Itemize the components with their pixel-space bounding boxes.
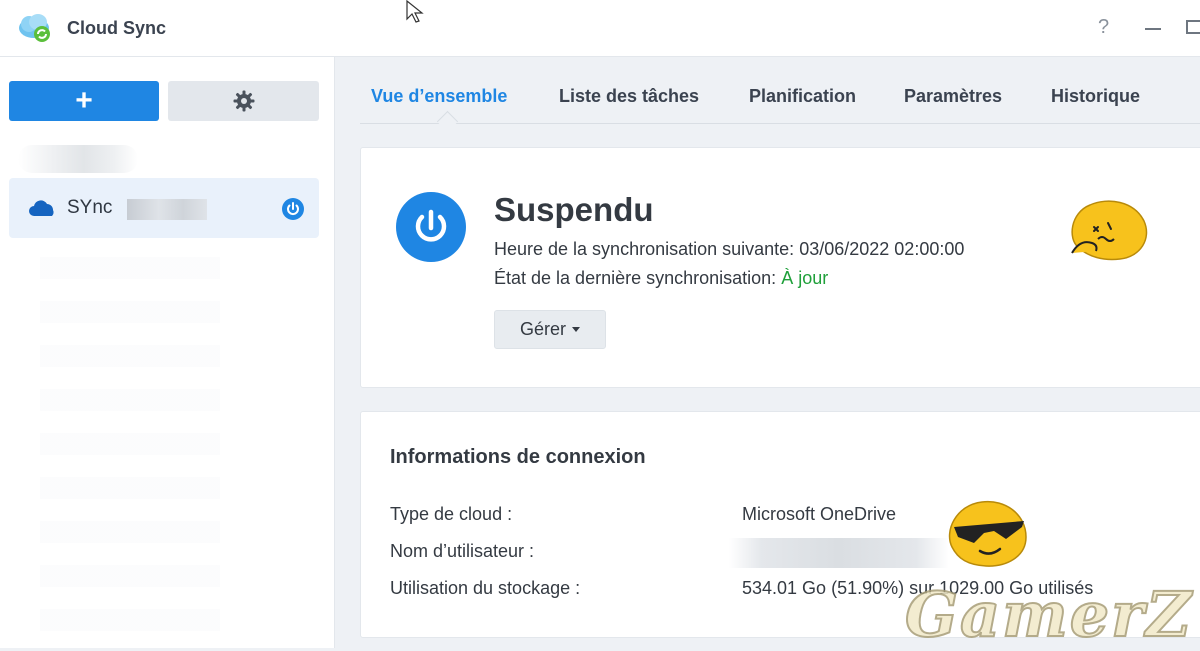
tab-history[interactable]: Historique — [1051, 86, 1140, 107]
storage-label: Utilisation du stockage : — [390, 578, 581, 598]
settings-button[interactable] — [168, 81, 319, 121]
chevron-down-icon — [572, 327, 580, 332]
manage-dropdown-button[interactable]: Gérer — [494, 310, 606, 349]
sidebar-item-label: SYnc — [67, 197, 113, 218]
minimize-button[interactable] — [1145, 28, 1161, 30]
help-button[interactable]: ? — [1098, 16, 1109, 39]
redacted-name — [127, 199, 207, 220]
status-card: Suspendu Heure de la synchronisation sui… — [360, 147, 1200, 388]
last-sync-value: À jour — [781, 268, 829, 288]
last-sync-line: État de la dernière synchronisation: À j… — [494, 268, 828, 289]
app-title: Cloud Sync — [67, 18, 167, 38]
blurred-section-label — [18, 145, 138, 173]
tab-schedule[interactable]: Planification — [749, 86, 856, 107]
sidebar: + SYnc — [0, 57, 335, 648]
onedrive-icon — [29, 200, 54, 216]
add-task-button[interactable]: + — [9, 81, 159, 121]
manage-label: Gérer — [519, 319, 566, 339]
cloud-sync-logo-icon — [19, 14, 50, 42]
cloud-type-label: Type de cloud : — [390, 504, 513, 524]
thinking-blob-emoji-icon — [1071, 200, 1148, 261]
last-sync-label: État de la dernière synchronisation: — [494, 268, 777, 288]
redacted-username — [729, 538, 949, 568]
mouse-cursor-icon — [406, 0, 424, 23]
title-bar: Cloud Sync ? — [0, 0, 1200, 57]
power-status-icon[interactable] — [282, 198, 304, 220]
connection-title: Informations de connexion — [390, 446, 646, 468]
next-sync-line: Heure de la synchronisation suivante: 03… — [494, 239, 964, 260]
gear-icon — [233, 90, 254, 112]
power-icon — [396, 192, 466, 262]
watermark-text: GamerZ — [904, 577, 1194, 651]
tab-settings[interactable]: Paramètres — [904, 86, 1002, 107]
tab-task-list[interactable]: Liste des tâches — [559, 86, 699, 107]
username-label: Nom d’utilisateur : — [390, 541, 535, 561]
tab-bar: Vue d’ensemble Liste des tâches Planific… — [360, 57, 1200, 124]
blurred-area — [40, 257, 220, 637]
cloud-type-value: Microsoft OneDrive — [742, 504, 897, 524]
sidebar-item-sync[interactable]: SYnc — [9, 178, 319, 238]
next-sync-value: 03/06/2022 02:00:00 — [799, 239, 965, 259]
sunglasses-blob-emoji-icon — [948, 500, 1027, 567]
maximize-button[interactable] — [1186, 20, 1200, 34]
status-title: Suspendu — [494, 191, 654, 228]
tab-overview[interactable]: Vue d’ensemble — [371, 86, 507, 107]
next-sync-label: Heure de la synchronisation suivante: — [494, 239, 795, 259]
